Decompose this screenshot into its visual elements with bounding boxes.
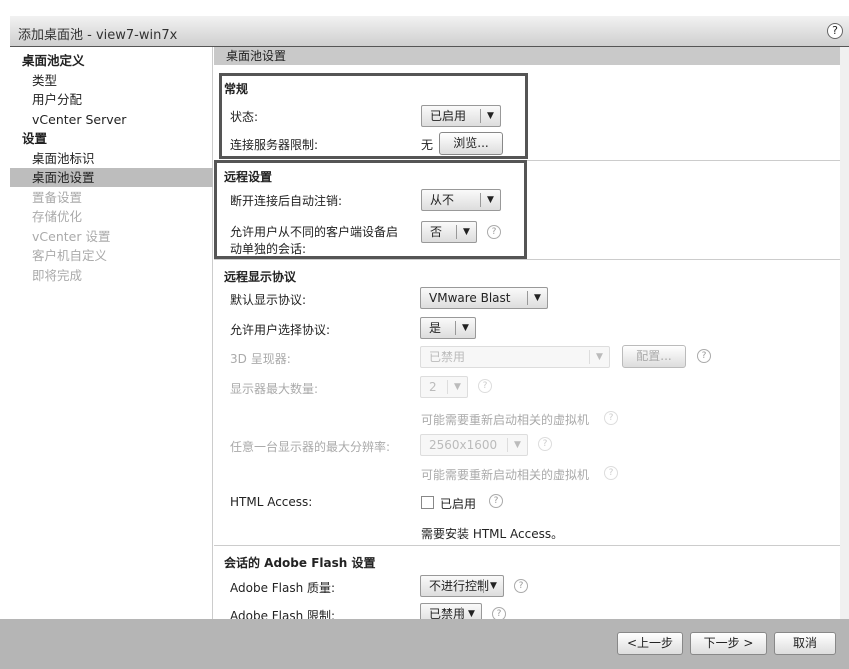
3d-renderer-label: 3D 呈现器:: [230, 352, 291, 366]
sidebar-item[interactable]: 用户分配: [10, 90, 213, 109]
chevron-down-icon: ▼: [480, 109, 500, 123]
allow-choose-label: 允许用户选择协议:: [230, 323, 331, 337]
max-resolution-value: 2560x1600: [429, 438, 498, 452]
label-line: 动单独的会话:: [230, 242, 307, 256]
separate-sessions-label: 允许用户从不同的客户端设备启 动单独的会话:: [230, 223, 398, 257]
label-line: 允许用户从不同的客户端设备启: [230, 225, 399, 239]
chevron-down-icon: ▼: [447, 380, 467, 394]
flash-quality-value: 不进行控制: [429, 579, 490, 593]
sidebar-item: 桌面池定义: [22, 53, 85, 68]
sidebar-item: 客户机自定义: [32, 248, 108, 263]
help-icon[interactable]: ?: [487, 225, 501, 239]
sidebar-item[interactable]: 类型: [10, 71, 213, 90]
max-monitors-label: 显示器最大数量:: [230, 382, 319, 396]
logoff-select[interactable]: 从不 ▼: [421, 189, 501, 211]
max-monitors-value: 2: [429, 380, 437, 394]
footer: <上一步 下一步 > 取消: [0, 619, 849, 669]
restart-note: 可能需要重新启动相关的虚拟机: [421, 468, 590, 482]
flash-quality-label: Adobe Flash 质量:: [230, 581, 336, 595]
divider: [214, 545, 840, 546]
sidebar-item: vCenter 设置: [32, 228, 111, 244]
configure-button[interactable]: 配置...: [622, 345, 686, 368]
default-protocol-select[interactable]: VMware Blast ▼: [420, 287, 548, 309]
logoff-value: 从不: [430, 193, 455, 207]
3d-renderer-value: 已禁用: [429, 350, 466, 364]
remote-heading: 远程设置: [224, 170, 273, 184]
separate-sessions-select[interactable]: 否 ▼: [421, 221, 477, 243]
allow-choose-value: 是: [429, 321, 442, 335]
allow-choose-select[interactable]: 是 ▼: [420, 317, 476, 339]
sidebar-item[interactable]: 桌面池标识: [10, 149, 213, 168]
help-icon[interactable]: ?: [827, 23, 843, 39]
help-icon[interactable]: ?: [489, 494, 503, 508]
sidebar-item: 设置: [22, 131, 48, 146]
html-access-note: 需要安装 HTML Access。: [421, 527, 564, 541]
chevron-down-icon: ▼: [483, 579, 503, 593]
default-protocol-label: 默认显示协议:: [230, 293, 307, 307]
chevron-down-icon: ▼: [455, 321, 475, 335]
default-protocol-value: VMware Blast: [429, 291, 511, 305]
max-resolution-select[interactable]: 2560x1600 ▼: [420, 434, 528, 456]
conn-server-label: 连接服务器限制:: [230, 138, 319, 152]
section-header: 桌面池设置: [214, 47, 840, 65]
display-heading: 远程显示协议: [224, 270, 297, 284]
state-label: 状态:: [230, 110, 259, 124]
html-access-label: HTML Access:: [230, 495, 313, 509]
help-icon[interactable]: ?: [604, 466, 618, 480]
max-resolution-label: 任意一台显示器的最大分辨率:: [230, 440, 391, 454]
wizard-sidebar: 桌面池定义类型 用户分配 vCenter Server 设置桌面池标识 桌面池设置置备设…: [10, 47, 213, 619]
sidebar-item[interactable]: vCenter Server: [10, 110, 213, 129]
sidebar-item[interactable]: 桌面池设置: [10, 168, 213, 187]
state-value: 已启用: [430, 109, 467, 123]
chevron-down-icon: ▼: [456, 225, 476, 239]
chevron-down-icon: ▼: [480, 193, 500, 207]
chevron-down-icon: ▼: [507, 438, 527, 452]
browse-button[interactable]: 浏览...: [439, 132, 503, 155]
html-access-value: 已启用: [440, 497, 477, 511]
state-select[interactable]: 已启用 ▼: [421, 105, 501, 127]
general-heading: 常规: [224, 82, 249, 96]
sidebar-item: 即将完成: [32, 267, 83, 283]
help-icon[interactable]: ?: [514, 579, 528, 593]
back-button[interactable]: <上一步: [617, 632, 683, 655]
help-icon[interactable]: ?: [538, 437, 552, 451]
window-title: 添加桌面池 - view7-win7x: [18, 28, 178, 43]
conn-server-value: 无: [421, 138, 434, 152]
sidebar-item: 置备设置: [32, 189, 83, 205]
scrollbar[interactable]: [840, 47, 849, 619]
divider: [214, 259, 840, 260]
help-icon[interactable]: ?: [697, 349, 711, 363]
chevron-down-icon: ▼: [527, 291, 547, 305]
restart-note: 可能需要重新启动相关的虚拟机: [421, 413, 590, 427]
main-panel: 桌面池设置 常规 状态: 已启用 ▼ 连接服务器限制: 无 浏览... 远程设置 …: [214, 47, 840, 625]
help-icon[interactable]: ?: [604, 411, 618, 425]
sidebar-item: 存储优化: [32, 209, 83, 224]
logoff-label: 断开连接后自动注销:: [230, 194, 343, 208]
html-access-checkbox[interactable]: [421, 496, 434, 509]
next-button[interactable]: 下一步 >: [690, 632, 767, 655]
flash-heading: 会话的 Adobe Flash 设置: [224, 556, 376, 570]
title-bar: 添加桌面池 - view7-win7x ?: [10, 16, 849, 47]
cancel-button[interactable]: 取消: [774, 632, 836, 655]
help-icon[interactable]: ?: [478, 379, 492, 393]
max-monitors-select[interactable]: 2 ▼: [420, 376, 468, 398]
separate-sessions-value: 否: [430, 225, 443, 239]
3d-renderer-select[interactable]: 已禁用 ▼: [420, 346, 610, 368]
chevron-down-icon: ▼: [589, 350, 609, 364]
flash-quality-select[interactable]: 不进行控制 ▼: [420, 575, 504, 597]
